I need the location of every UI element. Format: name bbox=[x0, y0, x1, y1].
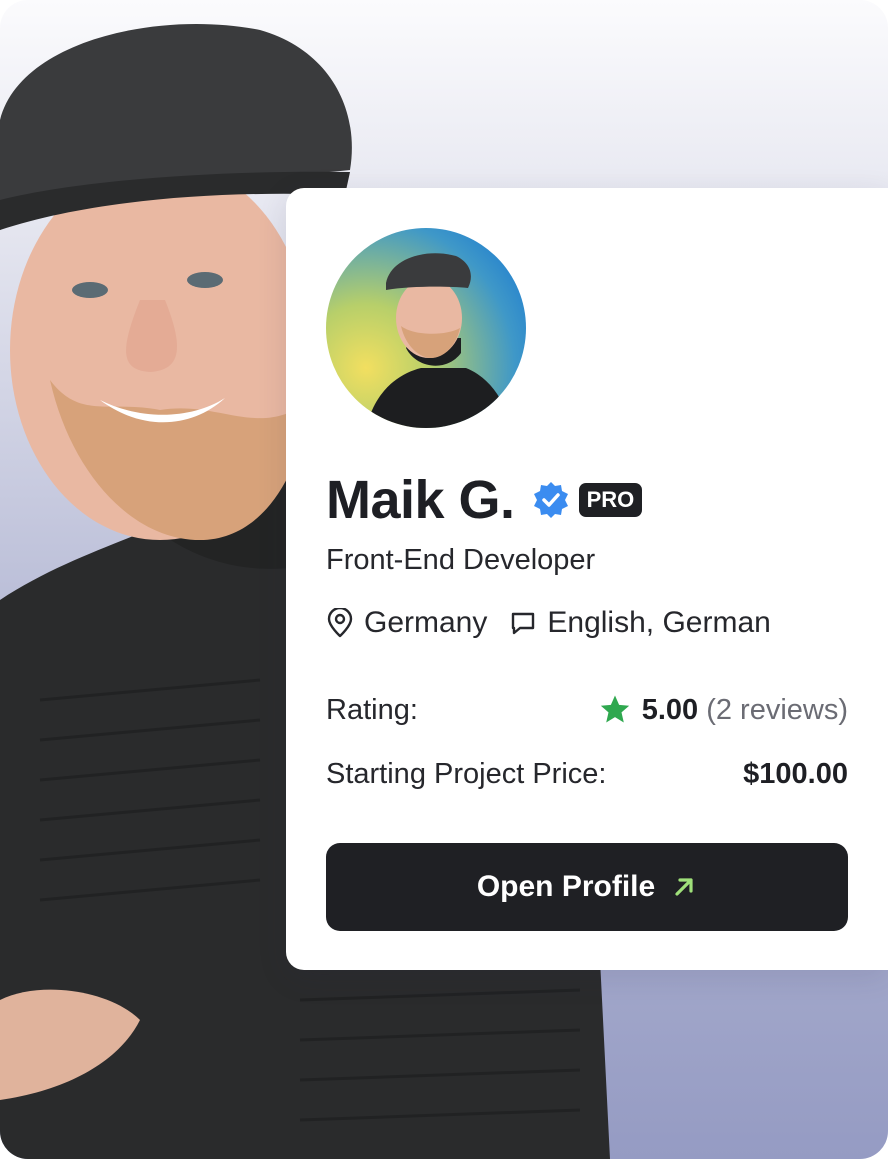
rating-value: 5.00 (2 reviews) bbox=[598, 693, 848, 727]
open-profile-button[interactable]: Open Profile bbox=[326, 843, 848, 931]
pro-badge: PRO bbox=[578, 483, 643, 517]
map-pin-icon bbox=[327, 608, 353, 638]
arrow-up-right-icon bbox=[675, 878, 693, 896]
price-label: Starting Project Price: bbox=[326, 758, 607, 790]
rating-reviews[interactable]: (2 reviews) bbox=[706, 694, 848, 727]
avatar-portrait-image bbox=[366, 253, 511, 428]
avatar[interactable] bbox=[326, 228, 526, 428]
verified-badge-icon bbox=[531, 480, 571, 520]
profile-name: Maik G. bbox=[326, 470, 515, 530]
profile-meta: Germany English, German bbox=[326, 606, 771, 640]
profile-promo-container: Maik G. PRO Front-End Developer Germany bbox=[0, 0, 888, 1159]
rating-score: 5.00 bbox=[641, 693, 699, 726]
open-profile-label: Open Profile bbox=[476, 870, 656, 903]
price-row: Starting Project Price: $100.00 bbox=[326, 758, 848, 791]
language-item: English, German bbox=[509, 606, 771, 640]
languages-text: English, German bbox=[547, 606, 771, 639]
profile-title: Front-End Developer bbox=[326, 544, 596, 576]
profile-card: Maik G. PRO Front-End Developer Germany bbox=[286, 188, 888, 970]
star-icon bbox=[600, 695, 629, 723]
rating-row: Rating: 5.00 (2 reviews) bbox=[326, 693, 848, 727]
location-text: Germany bbox=[364, 606, 488, 639]
location-item: Germany bbox=[326, 606, 487, 640]
rating-label: Rating: bbox=[326, 693, 418, 726]
name-row: Maik G. PRO bbox=[326, 468, 643, 532]
chat-bubble-icon bbox=[512, 612, 535, 635]
price-value: $100.00 bbox=[743, 758, 848, 790]
